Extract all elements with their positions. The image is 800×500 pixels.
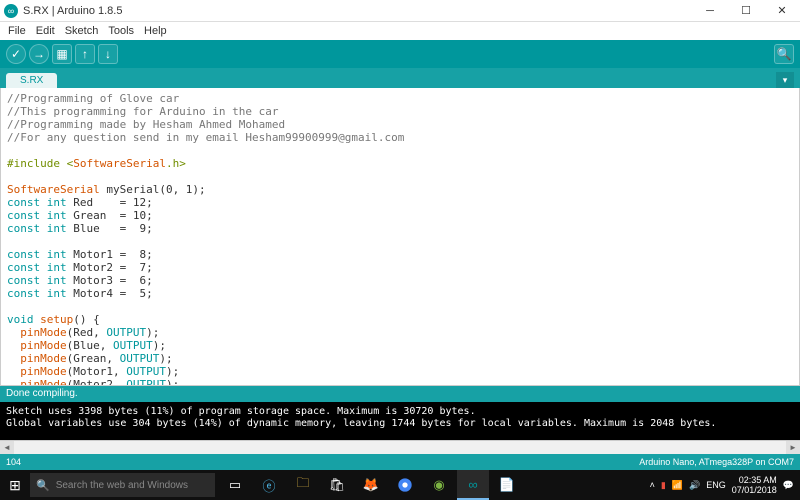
line-number: 104 [6,457,21,467]
window-title: S.RX | Arduino 1.8.5 [23,5,696,17]
menu-tools[interactable]: Tools [104,25,138,37]
board-info: Arduino Nano, ATmega328P on COM7 [639,457,794,467]
save-button[interactable]: ↓ [98,44,118,64]
tab-srx[interactable]: S.RX [6,73,57,88]
scroll-right-button[interactable]: ► [786,441,800,455]
taskbar-store-icon[interactable]: 🛍 [321,470,353,500]
tray-lang[interactable]: ENG [706,480,726,490]
taskbar-app-icon[interactable]: ◉ [423,470,455,500]
task-view-button[interactable]: ▭ [219,470,251,500]
menu-help[interactable]: Help [140,25,171,37]
tray-battery-icon[interactable]: ▮ [661,480,666,491]
taskbar-arduino-icon[interactable]: ∞ [457,470,489,500]
taskbar-firefox-icon[interactable]: 🦊 [355,470,387,500]
taskbar-notepad-icon[interactable]: 📄 [491,470,523,500]
footer-bar: 104 Arduino Nano, ATmega328P on COM7 [0,454,800,470]
tray-network-icon[interactable]: 📶 [672,480,683,491]
toolbar: ✓ → ▦ ↑ ↓ 🔍 [0,40,800,68]
taskbar-explorer-icon[interactable]: 🗀 [287,470,319,500]
close-button[interactable]: ✕ [768,2,796,20]
serial-monitor-button[interactable]: 🔍 [774,44,794,64]
tab-menu-button[interactable]: ▾ [776,72,794,88]
tab-bar: S.RX ▾ [0,68,800,88]
console-output: Sketch uses 3398 bytes (11%) of program … [0,402,800,440]
tray-clock[interactable]: 02:35 AM 07/01/2018 [732,475,777,495]
start-button[interactable]: ⊞ [0,470,30,500]
minimize-button[interactable]: ─ [696,2,724,20]
windows-taskbar: ⊞ 🔍 Search the web and Windows ▭ ⓔ 🗀 🛍 🦊… [0,470,800,500]
menu-file[interactable]: File [4,25,30,37]
tray-up-icon[interactable]: ˄ [650,480,655,490]
verify-button[interactable]: ✓ [6,44,26,64]
search-box[interactable]: 🔍 Search the web and Windows [30,473,215,497]
menu-edit[interactable]: Edit [32,25,59,37]
new-button[interactable]: ▦ [52,44,72,64]
menu-bar: File Edit Sketch Tools Help [0,22,800,40]
maximize-button[interactable]: ☐ [732,2,760,20]
search-icon: 🔍 [36,479,50,492]
taskbar-edge-icon[interactable]: ⓔ [253,470,285,500]
taskbar-chrome-icon[interactable] [389,470,421,500]
upload-button[interactable]: → [29,44,49,64]
scroll-left-button[interactable]: ◄ [0,441,14,455]
code-editor[interactable]: //Programming of Glove car //This progra… [0,88,800,386]
horizontal-scrollbar[interactable]: ◄ ► [0,440,800,454]
search-placeholder: Search the web and Windows [56,480,188,491]
open-button[interactable]: ↑ [75,44,95,64]
system-tray: ˄ ▮ 📶 🔊 ENG 02:35 AM 07/01/2018 💬 [644,475,800,495]
app-icon: ∞ [4,4,18,18]
tray-volume-icon[interactable]: 🔊 [689,480,700,491]
menu-sketch[interactable]: Sketch [61,25,103,37]
tray-notifications-icon[interactable]: 💬 [783,480,794,491]
scroll-track[interactable] [14,441,786,455]
status-bar: Done compiling. [0,386,800,402]
